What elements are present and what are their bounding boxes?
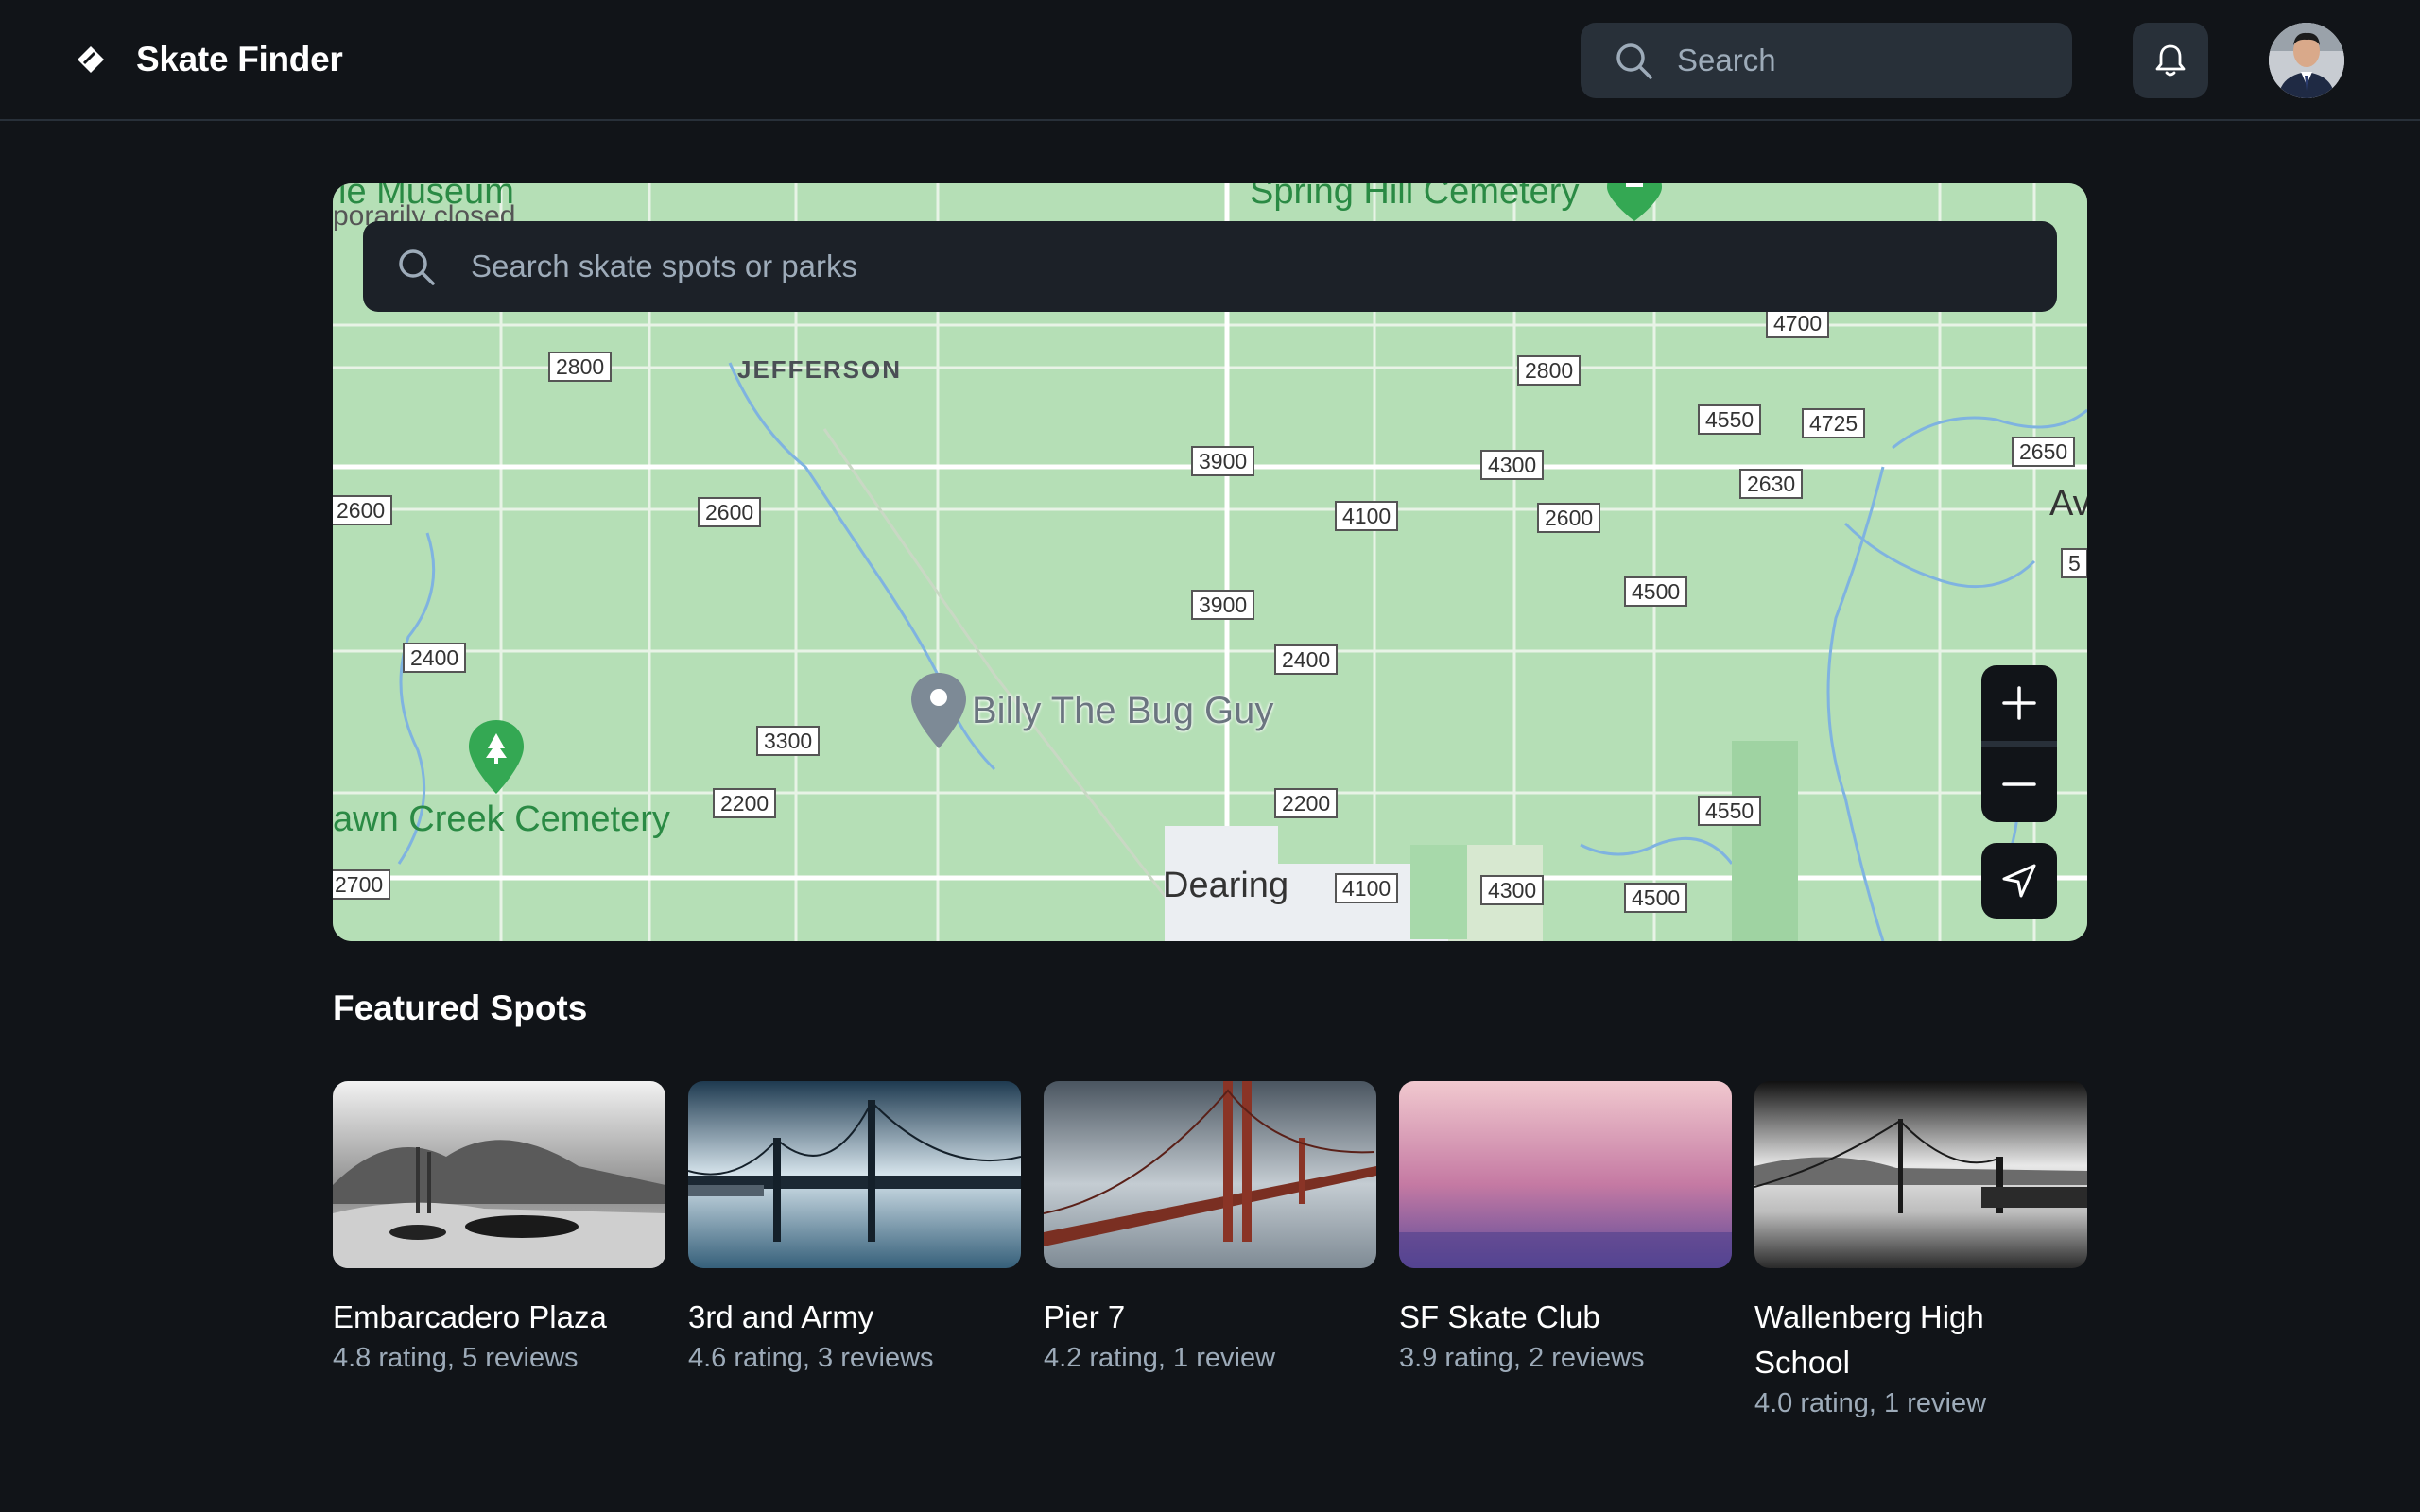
brand[interactable]: Skate Finder bbox=[76, 36, 343, 83]
app-title: Skate Finder bbox=[136, 40, 343, 78]
road-label: 2400 bbox=[403, 643, 467, 673]
avatar-photo bbox=[2269, 23, 2344, 98]
map-search-input[interactable] bbox=[471, 249, 1983, 284]
road-label: 2630 bbox=[1739, 469, 1804, 499]
road-label: 2800 bbox=[1517, 355, 1582, 386]
spot-image[interactable] bbox=[688, 1081, 1021, 1268]
header-search-box[interactable] bbox=[1581, 23, 2072, 98]
spot-rating: 4.2 rating, 1 review bbox=[1044, 1343, 1276, 1373]
zoom-controls bbox=[1981, 665, 2057, 822]
notifications-button[interactable] bbox=[2133, 23, 2208, 98]
road-label: 4550 bbox=[1698, 404, 1762, 435]
road-label: 4700 bbox=[1766, 308, 1830, 338]
map-search-box[interactable] bbox=[363, 221, 2057, 312]
spot-image[interactable] bbox=[1754, 1081, 2087, 1268]
map-view[interactable]: le Museum porarily closed Spring Hill Ce… bbox=[333, 183, 2087, 941]
spot-name[interactable]: Pier 7 bbox=[1044, 1295, 1376, 1340]
spot-image[interactable] bbox=[333, 1081, 666, 1268]
map-label-dearing: Dearing bbox=[1163, 866, 1289, 905]
road-label: 4725 bbox=[1802, 408, 1866, 438]
road-label: 4300 bbox=[1480, 450, 1545, 480]
map-label-spring-hill-cemetery: Spring Hill Cemetery bbox=[1250, 183, 1580, 212]
spot-card[interactable]: 3rd and Army 4.6 rating, 3 reviews bbox=[688, 1081, 1021, 1376]
road-label: 2400 bbox=[1274, 644, 1339, 675]
road-label: 2600 bbox=[1537, 503, 1601, 533]
road-label: 2700 bbox=[333, 869, 391, 900]
road-label: 2600 bbox=[333, 495, 393, 525]
road-label: 2800 bbox=[548, 352, 613, 382]
road-label: 3900 bbox=[1191, 446, 1255, 476]
map-pin-label[interactable]: Billy The Bug Guy bbox=[972, 690, 1273, 732]
user-avatar[interactable] bbox=[2269, 23, 2344, 98]
spot-card[interactable]: Embarcadero Plaza 4.8 rating, 5 reviews bbox=[333, 1081, 666, 1376]
search-icon bbox=[399, 249, 435, 285]
spot-rating: 3.9 rating, 2 reviews bbox=[1399, 1343, 1645, 1373]
park-marker-icon[interactable] bbox=[467, 718, 526, 796]
bell-icon bbox=[2155, 44, 2186, 77]
spot-card[interactable]: SF Skate Club 3.9 rating, 2 reviews bbox=[1399, 1081, 1732, 1376]
road-label: 4550 bbox=[1698, 796, 1762, 826]
header-search-input[interactable] bbox=[1677, 43, 2036, 78]
spot-image[interactable] bbox=[1044, 1081, 1376, 1268]
road-label: 4100 bbox=[1335, 873, 1399, 903]
plus-icon bbox=[2002, 686, 2036, 720]
spot-card[interactable]: Wallenberg High School 4.0 rating, 1 rev… bbox=[1754, 1081, 2087, 1421]
minus-icon bbox=[2002, 782, 2036, 786]
spot-card[interactable]: Pier 7 4.2 rating, 1 review bbox=[1044, 1081, 1376, 1376]
road-label: 2200 bbox=[713, 788, 777, 818]
spot-name[interactable]: 3rd and Army bbox=[688, 1295, 1021, 1340]
road-label: 4300 bbox=[1480, 875, 1545, 905]
road-label: 3900 bbox=[1191, 590, 1255, 620]
featured-spots-heading: Featured Spots bbox=[333, 988, 588, 1027]
road-label: 4500 bbox=[1624, 883, 1688, 913]
road-label: 5 bbox=[2061, 548, 2087, 578]
locate-me-button[interactable] bbox=[1981, 843, 2057, 919]
road-label: 4100 bbox=[1335, 501, 1399, 531]
road-label: 2600 bbox=[698, 497, 762, 527]
navigation-arrow-icon bbox=[2002, 864, 2036, 898]
spot-name[interactable]: SF Skate Club bbox=[1399, 1295, 1732, 1340]
road-label: 4500 bbox=[1624, 576, 1688, 607]
map-label-jefferson: JEFFERSON bbox=[737, 355, 903, 384]
spot-name[interactable]: Embarcadero Plaza bbox=[333, 1295, 666, 1340]
spot-image[interactable] bbox=[1399, 1081, 1732, 1268]
search-icon bbox=[1616, 43, 1652, 79]
spot-rating: 4.8 rating, 5 reviews bbox=[333, 1343, 579, 1373]
road-label: 2650 bbox=[2012, 437, 2076, 467]
brand-logo-icon bbox=[78, 46, 104, 73]
spot-rating: 4.6 rating, 3 reviews bbox=[688, 1343, 934, 1373]
map-label-cemetery: awn Creek Cemetery bbox=[333, 799, 670, 839]
map-label-edge: Av bbox=[2049, 484, 2087, 524]
top-navigation-bar: Skate Finder bbox=[0, 0, 2420, 121]
road-label: 2200 bbox=[1274, 788, 1339, 818]
location-pin-icon[interactable] bbox=[909, 671, 968, 750]
zoom-out-button[interactable] bbox=[1981, 747, 2057, 822]
zoom-in-button[interactable] bbox=[1981, 665, 2057, 741]
park-marker-top-icon[interactable] bbox=[1605, 183, 1664, 223]
spot-rating: 4.0 rating, 1 review bbox=[1754, 1388, 1987, 1418]
road-label: 3300 bbox=[756, 726, 821, 756]
spot-name[interactable]: Wallenberg High School bbox=[1754, 1295, 2087, 1385]
